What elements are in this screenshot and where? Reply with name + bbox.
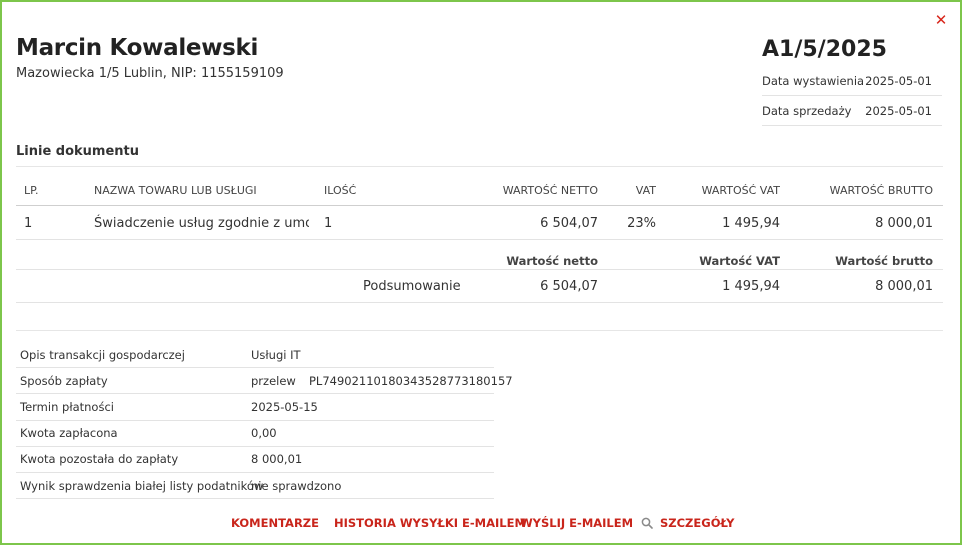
document-meta: Data wystawienia 2025-05-01 Data sprzeda… [762, 66, 942, 126]
summary-label: Podsumowanie [363, 278, 461, 294]
info-label: Termin płatności [20, 399, 114, 414]
info-row-whitelist-check: Wynik sprawdzenia białej listy podatnikó… [16, 473, 494, 500]
document-number: A1/5/2025 [762, 37, 887, 62]
divider [16, 330, 943, 331]
info-label: Opis transakcji gospodarczej [20, 347, 185, 362]
lines-table-header: LP. NAZWA TOWARU LUB USŁUGI ILOŚĆ WARTOŚ… [16, 176, 943, 206]
meta-value: 2025-05-01 [865, 73, 932, 88]
info-row-due-date: Termin płatności 2025-05-15 [16, 394, 494, 421]
meta-value: 2025-05-01 [865, 103, 932, 118]
info-label: Wynik sprawdzenia białej listy podatnikó… [20, 478, 264, 493]
seller-name: Marcin Kowalewski [16, 35, 259, 61]
table-row[interactable]: 1 Świadczenie usług zgodnie z umo... 1 6… [16, 207, 943, 240]
invoice-dialog: ✕ Marcin Kowalewski Mazowiecka 1/5 Lubli… [0, 0, 962, 545]
info-value: 8 000,01 [251, 452, 303, 467]
cell-qty: 1 [324, 215, 333, 231]
bank-account-number: PL74902110180343528773180157 [309, 373, 513, 388]
action-bar: KOMENTARZE HISTORIA WYSYŁKI E-MAILEM WYŚ… [2, 514, 960, 532]
info-value: 0,00 [251, 426, 277, 441]
meta-row-sale-date: Data sprzedaży 2025-05-01 [762, 96, 942, 126]
info-value: nie sprawdzono [251, 478, 342, 493]
summary-row: Podsumowanie 6 504,07 1 495,94 8 000,01 [16, 270, 943, 303]
summary-gross: 8 000,01 [875, 278, 933, 294]
seller-address: Mazowiecka 1/5 Lublin, NIP: 1155159109 [16, 66, 284, 81]
meta-label: Data sprzedaży [762, 103, 852, 118]
summary-net: 6 504,07 [540, 278, 598, 294]
summary-head-gross: Wartość brutto [835, 253, 933, 268]
search-icon [641, 517, 653, 529]
col-qty: ILOŚĆ [324, 184, 357, 197]
info-label: Sposób zapłaty [20, 373, 108, 388]
close-icon[interactable]: ✕ [934, 13, 948, 28]
section-title-lines: Linie dokumentu [16, 144, 140, 159]
col-vat-value: WARTOŚĆ VAT [701, 184, 780, 197]
details-button[interactable]: SZCZEGÓŁY [641, 514, 734, 532]
cell-name: Świadczenie usług zgodnie z umo... [94, 215, 309, 231]
send-email-button[interactable]: WYŚLIJ E-MAILEM [520, 514, 633, 532]
col-vat: VAT [635, 184, 656, 197]
info-label: Kwota pozostała do zapłaty [20, 452, 179, 467]
info-value: 2025-05-15 [251, 399, 318, 414]
cell-gross: 8 000,01 [875, 215, 933, 231]
summary-header: Wartość netto Wartość VAT Wartość brutto [16, 252, 943, 270]
cell-vat: 23% [627, 215, 656, 231]
info-row-paid-amount: Kwota zapłacona 0,00 [16, 421, 494, 447]
comments-button[interactable]: KOMENTARZE [231, 514, 319, 532]
cell-vat-value: 1 495,94 [722, 215, 780, 231]
info-label: Kwota zapłacona [20, 426, 118, 441]
summary-head-net: Wartość netto [506, 253, 598, 268]
info-row-payment-method: Sposób zapłaty przelew PL749021101803435… [16, 368, 513, 395]
cell-net: 6 504,07 [540, 215, 598, 231]
col-net: WARTOŚĆ NETTO [502, 184, 598, 197]
info-row-remaining-amount: Kwota pozostała do zapłaty 8 000,01 [16, 447, 494, 473]
info-row-description: Opis transakcji gospodarczej Usługi IT [16, 342, 494, 369]
divider [16, 166, 943, 167]
info-value: przelew [251, 373, 296, 388]
summary-head-vat-value: Wartość VAT [699, 253, 780, 268]
meta-row-issue-date: Data wystawienia 2025-05-01 [762, 66, 942, 96]
col-name: NAZWA TOWARU LUB USŁUGI [94, 184, 257, 197]
col-gross: WARTOŚĆ BRUTTO [829, 184, 933, 197]
info-value: Usługi IT [251, 347, 301, 362]
email-history-button[interactable]: HISTORIA WYSYŁKI E-MAILEM [334, 514, 526, 532]
col-lp: LP. [24, 184, 39, 197]
details-label: SZCZEGÓŁY [660, 516, 735, 530]
payment-info-table: Opis transakcji gospodarczej Usługi IT S… [16, 342, 513, 500]
meta-label: Data wystawienia [762, 73, 865, 88]
summary-vat-value: 1 495,94 [722, 278, 780, 294]
cell-lp: 1 [24, 215, 33, 231]
